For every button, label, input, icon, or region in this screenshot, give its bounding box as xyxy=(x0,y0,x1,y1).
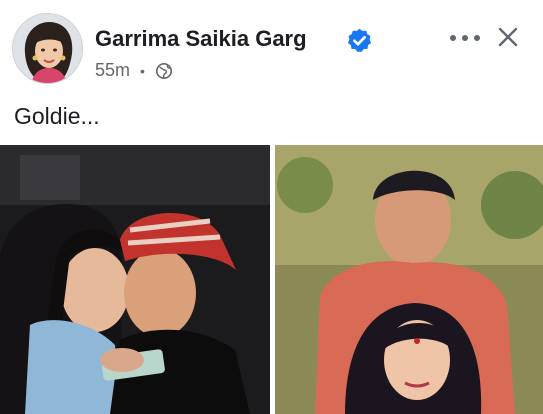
profile-avatar[interactable] xyxy=(12,13,83,84)
post-photo-1[interactable] xyxy=(0,145,270,414)
more-options-icon xyxy=(450,35,480,41)
post-photo-2[interactable] xyxy=(275,145,543,414)
photo-couple-embrace xyxy=(0,145,270,414)
post-author-name[interactable]: Garrima Saikia Garg xyxy=(95,26,307,52)
globe-icon[interactable] xyxy=(155,62,173,80)
post-timestamp[interactable]: 55m xyxy=(95,60,130,81)
close-button[interactable] xyxy=(495,24,521,50)
post-text: Goldie... xyxy=(14,103,100,129)
post-meta: 55m • xyxy=(95,60,173,81)
meta-separator: • xyxy=(140,62,145,79)
verified-badge-icon xyxy=(347,28,372,52)
photo-couple-portrait xyxy=(275,145,543,414)
close-icon xyxy=(498,27,518,47)
avatar-image xyxy=(13,14,82,83)
more-options-button[interactable] xyxy=(447,26,483,50)
